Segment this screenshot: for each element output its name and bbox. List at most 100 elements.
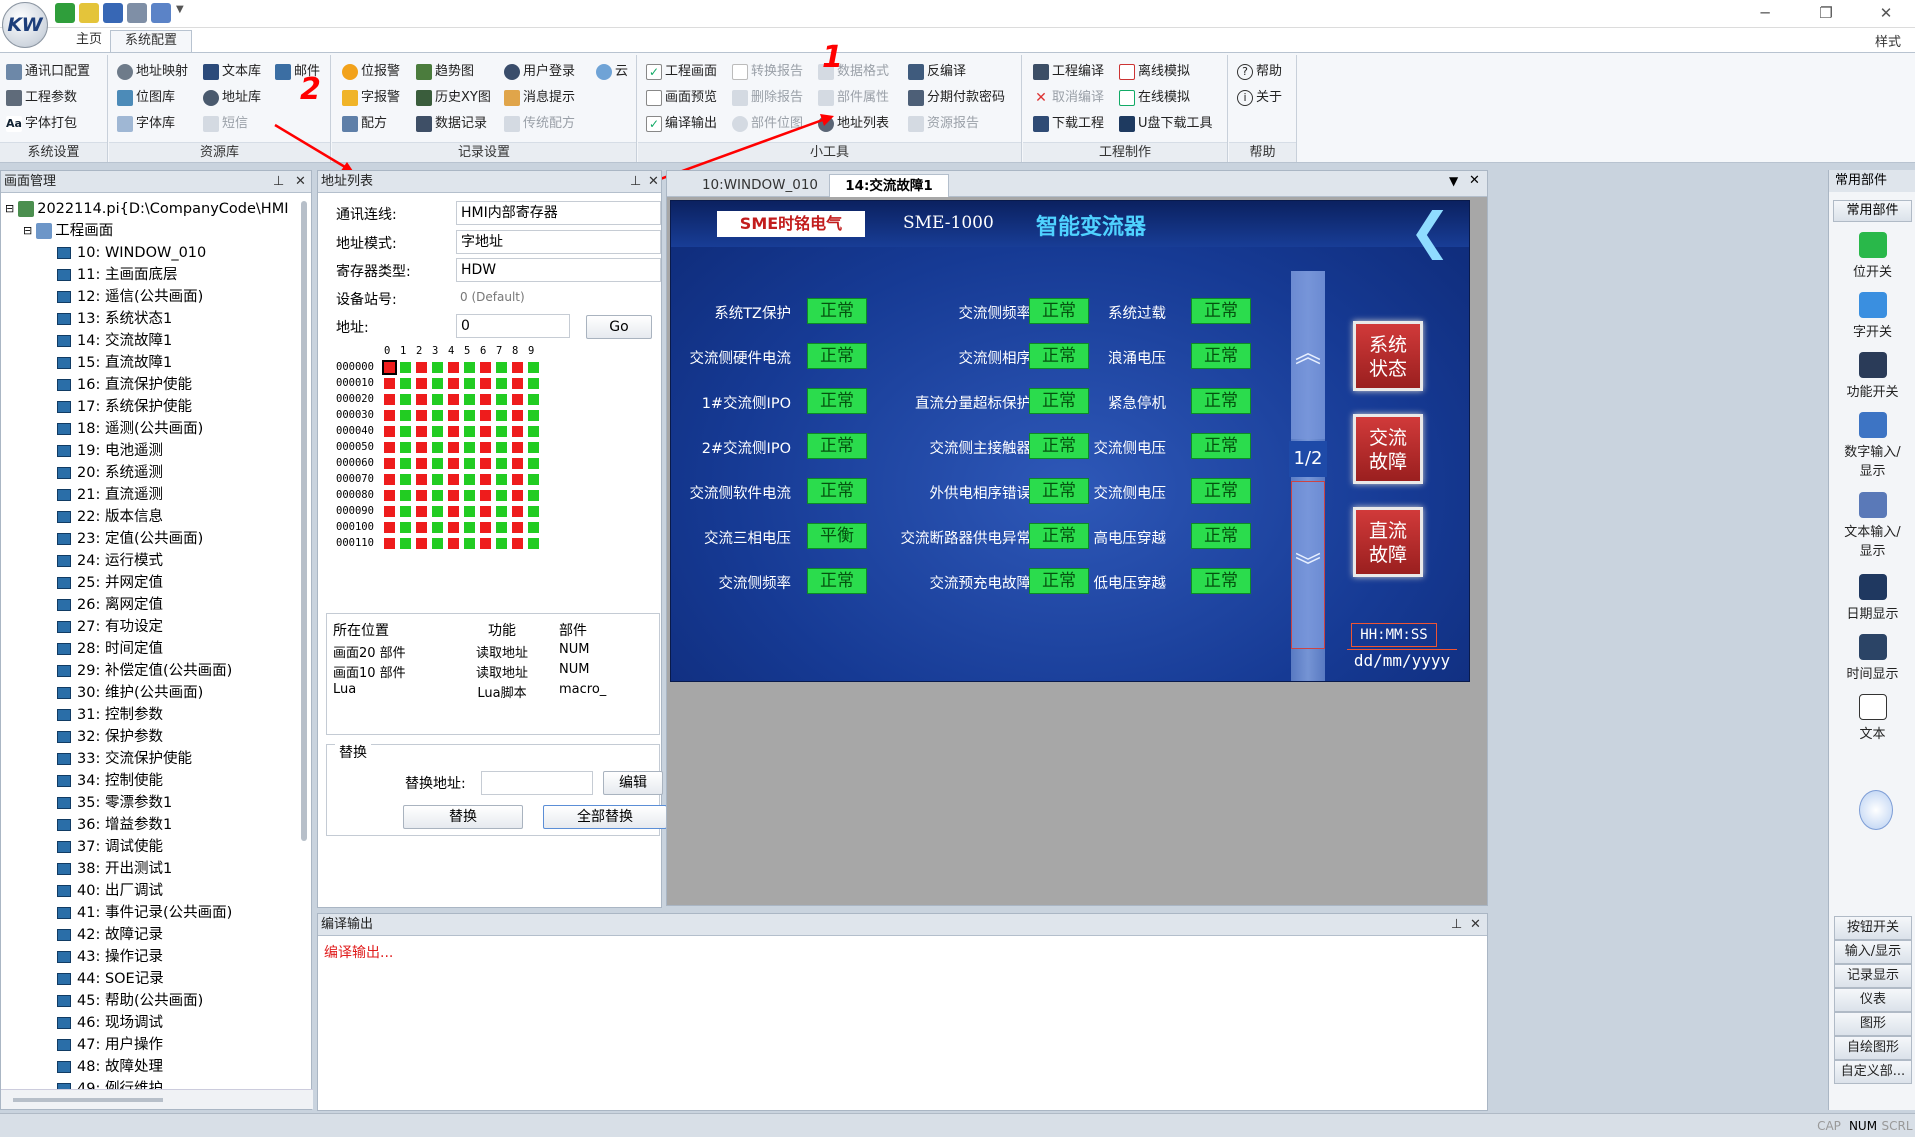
app-logo[interactable]: KW	[2, 2, 48, 48]
bit-cell[interactable]	[432, 490, 443, 501]
screen-item[interactable]: 38: 开出测试1	[57, 858, 172, 880]
bit-cell[interactable]	[416, 474, 427, 485]
screen-item[interactable]: 30: 维护(公共画面)	[57, 682, 203, 704]
part-category[interactable]: 仪表	[1834, 988, 1912, 1012]
bit-cell[interactable]	[464, 410, 475, 421]
close-icon[interactable]: ✕	[648, 171, 659, 193]
delete-report-button[interactable]: 删除报告	[732, 87, 803, 109]
resource-report-button[interactable]: 资源报告	[908, 113, 979, 135]
bit-cell[interactable]	[416, 394, 427, 405]
decompile-button[interactable]: 反编译	[908, 61, 966, 83]
screen-item[interactable]: 31: 控制参数	[57, 704, 163, 726]
bit-cell[interactable]	[432, 410, 443, 421]
tree-folder[interactable]: ⊟ 工程画面	[23, 220, 113, 242]
bit-cell[interactable]	[496, 410, 507, 421]
comm-port-config-button[interactable]: 通讯口配置	[6, 61, 90, 83]
bitmap-library-button[interactable]: 位图库	[117, 87, 175, 109]
bit-cell[interactable]	[384, 442, 395, 453]
help-button[interactable]: ? 帮助	[1237, 61, 1282, 83]
bit-cell[interactable]	[496, 458, 507, 469]
download-project-button[interactable]: 下载工程	[1033, 113, 1104, 135]
screen-item[interactable]: 47: 用户操作	[57, 1034, 163, 1056]
part-category[interactable]: 自定义部...	[1834, 1060, 1912, 1084]
part-item[interactable]: 数字输入/ 显示	[1835, 412, 1910, 479]
bit-cell[interactable]	[384, 426, 395, 437]
recipe-button[interactable]: 配方	[342, 113, 387, 135]
screen-item[interactable]: 46: 现场调试	[57, 1012, 163, 1034]
open-icon[interactable]	[79, 3, 99, 23]
bit-cell[interactable]	[512, 506, 523, 517]
close-icon[interactable]: ✕	[1470, 914, 1481, 936]
bit-cell[interactable]	[496, 490, 507, 501]
close-icon[interactable]: ✕	[295, 171, 306, 193]
bit-cell[interactable]	[416, 538, 427, 549]
screen-item[interactable]: 25: 并网定值	[57, 572, 163, 594]
table-cell[interactable]: macro_	[559, 682, 659, 697]
go-button[interactable]: Go	[586, 315, 652, 339]
bit-cell[interactable]	[528, 410, 539, 421]
bit-cell[interactable]	[400, 410, 411, 421]
tree-hscroll[interactable]	[1, 1089, 313, 1109]
bit-cell[interactable]	[496, 474, 507, 485]
bit-cell[interactable]	[400, 522, 411, 533]
screen-item[interactable]: 11: 主画面底层	[57, 264, 177, 286]
tab-home[interactable]: 主页	[62, 30, 116, 52]
bit-cell[interactable]	[496, 394, 507, 405]
bit-cell[interactable]	[528, 458, 539, 469]
table-cell[interactable]: 画面20 部件	[333, 642, 445, 661]
bit-cell[interactable]	[448, 394, 459, 405]
bit-cell[interactable]	[400, 490, 411, 501]
bit-cell[interactable]	[448, 490, 459, 501]
screen-item[interactable]: 26: 离网定值	[57, 594, 163, 616]
screen-item[interactable]: 32: 保护参数	[57, 726, 163, 748]
legacy-recipe-button[interactable]: 传统配方	[504, 113, 575, 135]
bit-cell[interactable]	[384, 378, 395, 389]
bit-cell[interactable]	[512, 474, 523, 485]
screen-item[interactable]: 24: 运行模式	[57, 550, 163, 572]
screen-item[interactable]: 23: 定值(公共画面)	[57, 528, 203, 550]
screen-item[interactable]: 44: SOE记录	[57, 968, 164, 990]
table-cell[interactable]: 画面10 部件	[333, 662, 445, 681]
screen-item[interactable]: 12: 遥信(公共画面)	[57, 286, 203, 308]
bit-cell[interactable]	[416, 458, 427, 469]
tab-list-icon[interactable]: ▼	[1449, 174, 1458, 188]
bit-cell[interactable]	[400, 538, 411, 549]
bit-cell[interactable]	[432, 474, 443, 485]
screen-item[interactable]: 27: 有功设定	[57, 616, 163, 638]
doc-tab-ac-fault[interactable]: 14:交流故障1	[829, 174, 949, 197]
bit-cell[interactable]	[528, 490, 539, 501]
bit-cell[interactable]	[464, 538, 475, 549]
common-parts-tab[interactable]: 常用部件	[1833, 200, 1912, 222]
bit-cell[interactable]	[480, 506, 491, 517]
bit-cell[interactable]	[416, 362, 427, 373]
bit-cell[interactable]	[464, 458, 475, 469]
screen-item[interactable]: 28: 时间定值	[57, 638, 163, 660]
bit-cell[interactable]	[480, 394, 491, 405]
part-category[interactable]: 自绘图形	[1834, 1036, 1912, 1060]
save-as-icon[interactable]	[127, 3, 147, 23]
screen-item[interactable]: 37: 调试使能	[57, 836, 163, 858]
bit-cell[interactable]	[416, 378, 427, 389]
installment-password-button[interactable]: 分期付款密码	[908, 87, 1005, 109]
bit-cell[interactable]	[512, 426, 523, 437]
edit-button[interactable]: 编辑	[603, 771, 663, 795]
screen-item[interactable]: 35: 零漂参数1	[57, 792, 172, 814]
bit-cell[interactable]	[448, 442, 459, 453]
bit-cell[interactable]	[512, 410, 523, 421]
bit-cell[interactable]	[480, 458, 491, 469]
user-login-button[interactable]: 用户登录	[504, 61, 575, 83]
replace-all-button[interactable]: 全部替换	[543, 805, 667, 829]
screen-item[interactable]: 42: 故障记录	[57, 924, 163, 946]
pin-icon[interactable]: ⊥	[273, 171, 284, 193]
bit-cell[interactable]	[496, 378, 507, 389]
bit-cell[interactable]	[448, 378, 459, 389]
bit-cell[interactable]	[400, 474, 411, 485]
address-library-button[interactable]: 地址库	[203, 87, 261, 109]
screen-item[interactable]: 34: 控制使能	[57, 770, 163, 792]
table-cell[interactable]: 读取地址	[447, 662, 557, 681]
bit-cell[interactable]	[512, 362, 523, 373]
bit-cell[interactable]	[448, 506, 459, 517]
bit-cell[interactable]	[384, 522, 395, 533]
bit-cell[interactable]	[448, 362, 459, 373]
bit-cell[interactable]	[400, 378, 411, 389]
